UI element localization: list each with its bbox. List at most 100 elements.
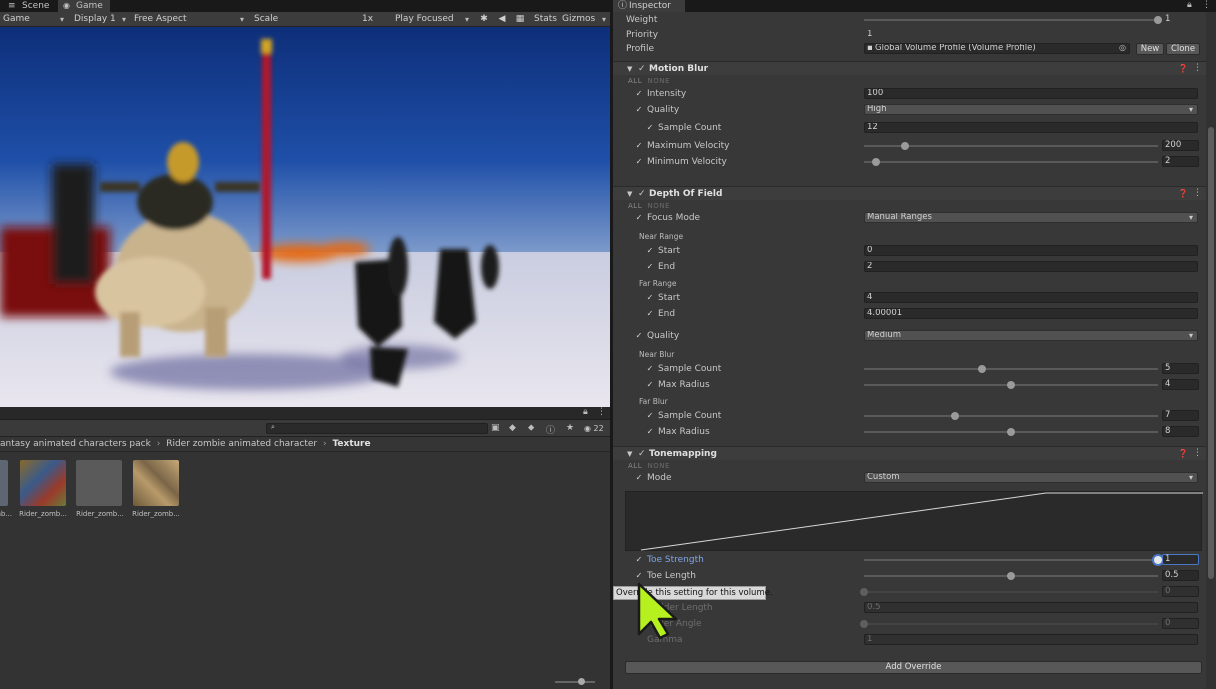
enable-checkbox[interactable]: ✓ <box>638 62 646 76</box>
keyboard-icon[interactable]: ▦ <box>514 13 526 26</box>
more-options-icon[interactable]: ⋮ <box>1193 448 1202 458</box>
shoulder-strength-field[interactable]: 0 <box>1162 586 1199 597</box>
lock-icon[interactable]: 🔒︎ <box>1187 0 1192 10</box>
motion-blur-header[interactable]: ▼ ✓ Motion Blur ❓ ⋮ <box>613 61 1208 75</box>
override-checkbox[interactable]: ✓ <box>634 473 644 483</box>
override-checkbox[interactable]: ✓ <box>634 555 644 565</box>
play-mode-dropdown[interactable]: Play Focused <box>395 13 471 26</box>
thumbnail-size-slider[interactable] <box>555 681 595 683</box>
none-button[interactable]: NONE <box>648 202 670 210</box>
near-start-field[interactable]: 0 <box>864 245 1198 256</box>
lock-icon[interactable]: 🔒︎ <box>583 407 588 417</box>
search-by-label-icon[interactable]: ◆ <box>509 423 516 433</box>
mb-minvel-handle[interactable] <box>871 158 880 166</box>
override-checkbox[interactable]: ✓ <box>645 262 655 272</box>
mb-minvel-field[interactable]: 2 <box>1162 156 1199 167</box>
dof-quality-dropdown[interactable]: Medium <box>864 330 1198 341</box>
breadcrumb-item-character[interactable]: Rider zombie animated character <box>166 439 317 449</box>
asset-thumbnail[interactable] <box>0 460 8 506</box>
toe-strength-handle[interactable] <box>1154 556 1162 564</box>
help-icon[interactable]: ❓ <box>1178 64 1188 73</box>
all-none-toggle[interactable]: ALL NONE <box>628 462 670 470</box>
asset-thumbnail[interactable] <box>76 460 122 506</box>
override-checkbox[interactable]: ✓ <box>634 571 644 581</box>
clone-profile-button[interactable]: Clone <box>1166 43 1200 55</box>
weight-value[interactable]: 1 <box>1162 14 1199 25</box>
override-checkbox[interactable]: ✓ <box>645 364 655 374</box>
weight-slider[interactable] <box>864 19 1158 21</box>
more-options-icon[interactable]: ⋮ <box>1202 0 1211 10</box>
override-checkbox[interactable]: ✓ <box>645 246 655 256</box>
foldout-arrow-icon[interactable]: ▼ <box>627 187 632 201</box>
add-override-button[interactable]: Add Override <box>625 661 1202 674</box>
override-checkbox[interactable]: ✓ <box>645 123 655 133</box>
all-button[interactable]: ALL <box>628 77 642 85</box>
toe-strength-slider[interactable] <box>864 559 1158 561</box>
aspect-dropdown[interactable]: Free Aspect <box>134 13 246 26</box>
help-icon[interactable]: ❓ <box>1178 189 1188 198</box>
game-viewport[interactable] <box>0 27 610 407</box>
all-button[interactable]: ALL <box>628 202 642 210</box>
display-dropdown[interactable]: Display 1 <box>74 13 128 26</box>
project-search-input[interactable]: ⌕ <box>266 423 488 434</box>
override-checkbox[interactable]: ✓ <box>645 427 655 437</box>
override-checkbox[interactable]: ✓ <box>645 309 655 319</box>
override-checkbox[interactable]: ✓ <box>645 293 655 303</box>
near-sample-slider[interactable] <box>864 368 1158 370</box>
help-icon[interactable]: ❓ <box>1178 449 1188 458</box>
object-picker-icon[interactable]: ◎ <box>1119 43 1126 52</box>
override-checkbox[interactable]: ✓ <box>634 213 644 223</box>
shoulder-angle-field[interactable]: 0 <box>1162 618 1199 629</box>
more-options-icon[interactable]: ⋮ <box>597 407 606 417</box>
asset-thumbnail[interactable] <box>133 460 179 506</box>
breadcrumb-item-pack[interactable]: antasy animated characters pack <box>0 439 151 449</box>
shoulder-angle-slider[interactable] <box>864 623 1158 625</box>
tag-icon[interactable]: ⬥ <box>528 423 534 433</box>
visible-count[interactable]: ◉ 22 <box>584 424 604 433</box>
all-button[interactable]: ALL <box>628 462 642 470</box>
game-view-dropdown[interactable]: Game <box>3 13 66 26</box>
mb-intensity-field[interactable]: 100 <box>864 88 1198 99</box>
far-radius-field[interactable]: 8 <box>1162 426 1199 437</box>
tab-game[interactable]: ◉ Game <box>58 0 110 12</box>
far-end-field[interactable]: 4.00001 <box>864 308 1198 319</box>
gamma-field[interactable]: 1 <box>864 634 1198 645</box>
gizmos-dropdown[interactable]: Gizmos <box>562 13 608 26</box>
shoulder-strength-handle[interactable] <box>860 588 868 596</box>
bug-icon[interactable]: ✱ <box>478 13 490 26</box>
shoulder-length-field[interactable]: 0.5 <box>864 602 1198 613</box>
tonemapping-header[interactable]: ▼ ✓ Tonemapping ❓ ⋮ <box>613 446 1208 460</box>
override-checkbox[interactable]: ✓ <box>645 380 655 390</box>
near-radius-field[interactable]: 4 <box>1162 379 1199 390</box>
weight-slider-handle[interactable] <box>1154 16 1162 24</box>
far-sample-handle[interactable] <box>951 412 960 420</box>
mb-quality-dropdown[interactable]: High <box>864 104 1198 115</box>
priority-field[interactable]: 1 <box>864 29 1198 40</box>
asset-thumbnail[interactable] <box>20 460 66 506</box>
shoulder-strength-slider[interactable] <box>864 591 1158 593</box>
all-none-toggle[interactable]: ALL NONE <box>628 202 670 210</box>
override-checkbox[interactable]: ✓ <box>645 411 655 421</box>
override-checkbox[interactable]: ✓ <box>634 331 644 341</box>
toe-strength-field[interactable]: 1 <box>1162 554 1199 565</box>
warning-filter-icon[interactable]: ⓘ <box>546 423 555 436</box>
none-button[interactable]: NONE <box>648 77 670 85</box>
toe-length-field[interactable]: 0.5 <box>1162 570 1199 581</box>
favorite-star-icon[interactable]: ★ <box>566 423 574 433</box>
mb-minvel-slider[interactable] <box>864 161 1158 163</box>
far-radius-handle[interactable] <box>1007 428 1015 436</box>
shoulder-angle-handle[interactable] <box>860 620 868 628</box>
search-by-type-icon[interactable]: ▣ <box>491 423 500 433</box>
override-checkbox[interactable]: ✓ <box>634 89 644 99</box>
tab-inspector[interactable]: ⓘ Inspector <box>613 0 685 12</box>
near-radius-handle[interactable] <box>1007 381 1015 389</box>
dof-focus-dropdown[interactable]: Manual Ranges <box>864 212 1198 223</box>
far-sample-slider[interactable] <box>864 415 1158 417</box>
override-checkbox[interactable]: ✓ <box>634 105 644 115</box>
override-checkbox[interactable]: ✓ <box>634 157 644 167</box>
inspector-scrollbar[interactable] <box>1206 12 1216 689</box>
near-sample-field[interactable]: 5 <box>1162 363 1199 374</box>
more-options-icon[interactable]: ⋮ <box>1193 63 1202 73</box>
none-button[interactable]: NONE <box>648 462 670 470</box>
mb-maxvel-handle[interactable] <box>901 142 910 150</box>
